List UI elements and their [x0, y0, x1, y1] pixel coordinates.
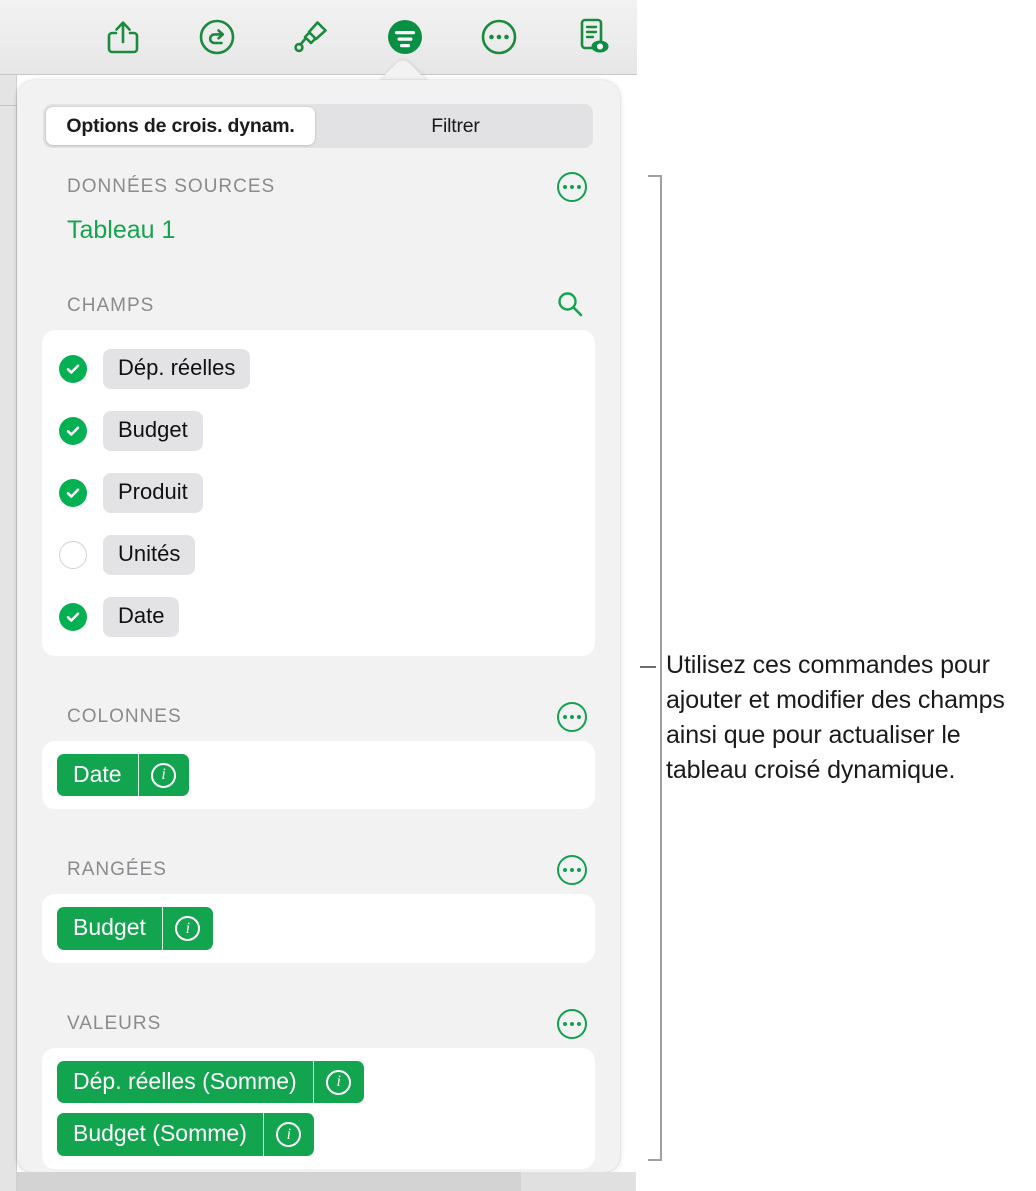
more-ellipsis-icon [480, 18, 518, 56]
source-data-section-header: DONNÉES SOURCES [17, 172, 620, 202]
undo-button[interactable] [195, 15, 239, 59]
field-token-info-button[interactable]: i [264, 1113, 314, 1155]
pivot-options-popover: Options de crois. dynam. Filtrer DONNÉES… [17, 80, 620, 1172]
info-icon: i [175, 916, 201, 942]
more-ellipsis-icon [570, 1021, 574, 1026]
callout-text: Utilisez ces commandes pour ajouter et m… [666, 651, 1005, 784]
popover-tab-bar: Options de crois. dynam. Filtrer [43, 104, 593, 148]
values-title: VALEURS [67, 1012, 162, 1034]
callout-bracket [648, 175, 662, 1161]
more-ellipsis-icon [570, 868, 574, 873]
rows-title: RANGÉES [67, 859, 167, 881]
info-icon: i [276, 1122, 302, 1148]
fields-title: CHAMPS [67, 295, 155, 316]
field-token[interactable]: Dép. réelles (Somme) i [57, 1060, 364, 1104]
field-token-label: Dép. réelles (Somme) [57, 1060, 314, 1104]
more-ellipsis-icon [563, 1021, 567, 1026]
columns-menu-button[interactable] [557, 702, 587, 732]
popover-scroll-body[interactable]: DONNÉES SOURCES Tableau 1 CHAMPS Dép. ré… [17, 160, 620, 1172]
more-button[interactable] [477, 15, 521, 59]
field-row[interactable]: Dép. réelles [42, 338, 595, 400]
info-icon: i [326, 1069, 352, 1095]
field-checkbox[interactable] [59, 355, 87, 383]
paintbrush-icon [292, 18, 330, 56]
field-checkbox[interactable] [59, 417, 87, 445]
check-icon [66, 488, 80, 498]
field-label: Dép. réelles [103, 348, 251, 390]
undo-icon [198, 18, 236, 56]
rows-drop-zone[interactable]: Budget i [42, 894, 595, 963]
share-icon [106, 19, 140, 55]
field-row[interactable]: Date [42, 586, 595, 648]
source-table-link[interactable]: Tableau 1 [67, 216, 175, 244]
check-icon [66, 612, 80, 622]
tab-pivot-options[interactable]: Options de crois. dynam. [46, 107, 315, 145]
field-token[interactable]: Budget i [57, 907, 213, 950]
more-ellipsis-icon [577, 1021, 581, 1026]
left-gutter-divider [0, 105, 17, 106]
rows-menu-button[interactable] [557, 855, 587, 886]
field-checkbox[interactable] [59, 603, 87, 631]
tab-filter[interactable]: Filtrer [321, 107, 590, 145]
document-preview-button[interactable] [571, 15, 615, 59]
format-paint-button[interactable] [289, 15, 333, 59]
field-row[interactable]: Unités [42, 524, 595, 586]
source-data-menu-button[interactable] [557, 172, 587, 202]
document-preview-icon [574, 17, 612, 57]
field-token-info-button[interactable]: i [314, 1061, 364, 1103]
more-ellipsis-icon [563, 715, 567, 719]
app-toolbar [0, 0, 637, 75]
field-label: Unités [103, 534, 196, 576]
more-ellipsis-icon [577, 185, 581, 189]
more-ellipsis-icon [563, 185, 567, 189]
callout-leader-line [640, 666, 656, 668]
more-ellipsis-icon [563, 868, 567, 873]
columns-section-header: COLONNES [17, 702, 620, 732]
field-label: Budget [103, 410, 203, 452]
fields-section-header: CHAMPS [17, 291, 620, 321]
source-data-title: DONNÉES SOURCES [67, 176, 276, 197]
columns-title: COLONNES [67, 706, 182, 727]
fields-search-button[interactable] [555, 289, 587, 324]
field-checkbox[interactable] [59, 541, 87, 569]
field-token-label: Budget [57, 907, 163, 950]
field-token-label: Budget (Somme) [57, 1113, 264, 1156]
field-token[interactable]: Date i [57, 754, 189, 797]
more-ellipsis-icon [577, 868, 581, 873]
fields-list: Dép. réelles Budget Produit Unités Date [42, 330, 595, 656]
field-label: Produit [103, 472, 203, 514]
left-gutter [0, 75, 17, 1191]
share-button[interactable] [101, 15, 145, 59]
check-icon [66, 426, 80, 436]
values-menu-button[interactable] [557, 1008, 587, 1039]
more-ellipsis-icon [570, 185, 574, 189]
field-token-info-button[interactable]: i [163, 907, 213, 949]
check-icon [66, 364, 80, 374]
format-button[interactable] [383, 15, 427, 59]
field-token-label: Date [57, 754, 139, 797]
info-icon: i [151, 762, 177, 788]
field-row[interactable]: Produit [42, 462, 595, 524]
field-checkbox[interactable] [59, 479, 87, 507]
field-token-info-button[interactable]: i [139, 754, 189, 796]
more-ellipsis-icon [577, 715, 581, 719]
values-drop-zone[interactable]: Dép. réelles (Somme) i Budget (Somme) i [42, 1047, 595, 1169]
field-token[interactable]: Budget (Somme) i [57, 1113, 314, 1156]
format-filter-icon [385, 17, 425, 57]
field-label: Date [103, 596, 180, 638]
more-ellipsis-icon [570, 715, 574, 719]
scrollbar-thumb[interactable] [17, 1172, 521, 1191]
horizontal-scrollbar[interactable] [17, 1172, 636, 1191]
search-icon [555, 291, 585, 323]
columns-drop-zone[interactable]: Date i [42, 741, 595, 810]
field-row[interactable]: Budget [42, 400, 595, 462]
rows-section-header: RANGÉES [17, 855, 620, 886]
values-section-header: VALEURS [17, 1008, 620, 1039]
